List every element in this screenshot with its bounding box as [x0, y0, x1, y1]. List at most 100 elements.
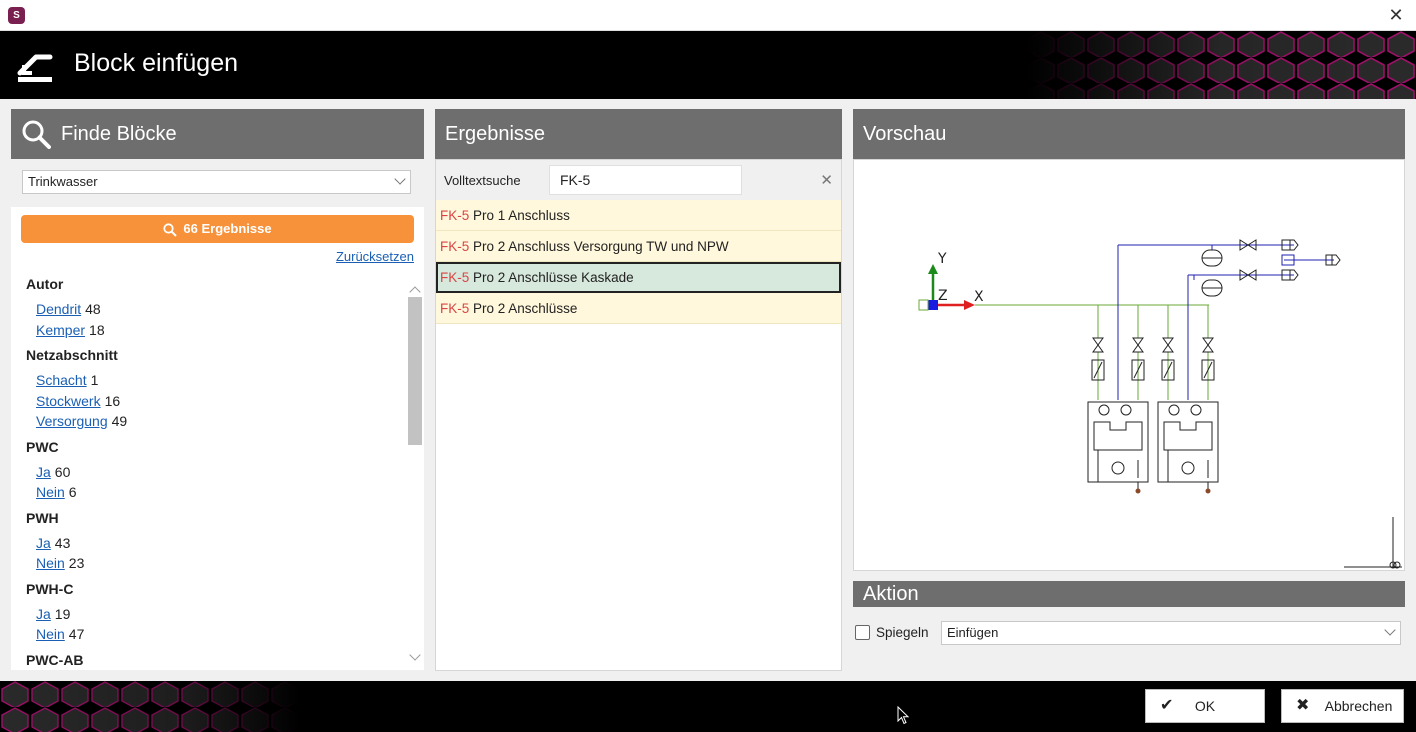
- result-match-prefix: FK-5: [440, 270, 470, 285]
- facet-group-title: Netzabschnitt: [26, 347, 118, 363]
- facet-item-link[interactable]: Ja: [36, 606, 51, 622]
- facet-scrollbar[interactable]: [408, 285, 422, 665]
- facet-group-title: Autor: [26, 276, 64, 292]
- facet-item-count: 6: [68, 484, 77, 500]
- result-name: Pro 2 Anschluss Versorgung TW und NPW: [469, 239, 729, 254]
- window-close-button[interactable]: ✕: [1386, 5, 1406, 25]
- facet-item: Dendrit 48: [26, 299, 406, 320]
- drain-point: [1135, 488, 1141, 494]
- fulltext-search-bar: Volltextsuche FK-5 ✕: [436, 160, 841, 200]
- facet-item: Schacht 1: [26, 370, 406, 391]
- facet-item-link[interactable]: Ja: [36, 464, 51, 480]
- coordinate-axes: Y Z X: [918, 251, 984, 311]
- cancel-button[interactable]: ✖ Abbrechen: [1281, 689, 1404, 723]
- category-select[interactable]: Trinkwasser: [22, 170, 411, 194]
- reset-link[interactable]: Zurücksetzen: [336, 249, 414, 264]
- result-row[interactable]: FK-5 Pro 2 Anschluss Versorgung TW und N…: [436, 231, 841, 262]
- hexagon-pattern-decoration: [0, 681, 300, 732]
- action-header: Aktion: [853, 581, 1405, 607]
- facet-item-count: 49: [111, 413, 128, 429]
- hot-water-pipe: [1117, 244, 1334, 400]
- heater-units: [1087, 401, 1219, 490]
- facet-group-title: PWC: [26, 438, 59, 455]
- facet-item: Nein 23: [26, 553, 406, 574]
- scroll-thumb[interactable]: [408, 297, 422, 445]
- facet-item-link[interactable]: Nein: [36, 555, 65, 571]
- facet-group-title: PWH-C: [26, 580, 74, 597]
- result-name: Pro 1 Anschluss: [469, 208, 570, 223]
- facet-item-link[interactable]: Versorgung: [36, 413, 108, 429]
- facet-group-title: PWC-AB: [26, 651, 84, 668]
- results-count-label: 66 Ergebnisse: [183, 221, 272, 236]
- facet-item-count: 43: [54, 534, 71, 551]
- facet-item-count: 18: [89, 321, 105, 338]
- app-logo-icon: S: [8, 7, 25, 24]
- facet-item-link[interactable]: Ja: [36, 535, 51, 551]
- facet-group-title: PWH: [26, 509, 59, 526]
- branch-valves: [1091, 337, 1215, 381]
- ok-button[interactable]: ✔ OK: [1145, 689, 1265, 723]
- expansion-tanks: [1201, 249, 1223, 297]
- facet-item-link[interactable]: Nein: [36, 626, 65, 642]
- search-icon: [22, 120, 51, 149]
- show-results-button[interactable]: 66 Ergebnisse: [21, 215, 414, 243]
- facet-item: Ja 19: [26, 604, 406, 625]
- chevron-down-icon: [394, 173, 406, 185]
- scroll-up-icon[interactable]: [409, 286, 421, 298]
- facet-groups: Autor Dendrit 48 Kemper 18 Netzabschnitt Schac…: [26, 273, 406, 670]
- action-mode-value: Einfügen: [947, 625, 999, 640]
- preview-title: Vorschau: [863, 123, 947, 145]
- find-blocks-header: Finde Blöcke: [11, 109, 424, 159]
- facet-item-count: 19: [54, 605, 71, 622]
- result-name: Pro 2 Anschlüsse: [469, 301, 578, 316]
- fulltext-label: Volltextsuche: [444, 173, 521, 188]
- category-filter-area: Trinkwasser: [11, 159, 424, 207]
- result-row[interactable]: FK-5 Pro 1 Anschluss: [436, 200, 841, 231]
- facet-item-count: 1: [90, 372, 99, 388]
- chevron-down-icon: [1384, 624, 1396, 636]
- category-select-value: Trinkwasser: [28, 174, 98, 189]
- result-match-prefix: FK-5: [440, 239, 470, 254]
- facet-item: Versorgung 49: [26, 411, 406, 432]
- facet-item: Nein 6: [26, 482, 406, 503]
- facet-item-count: 23: [68, 555, 85, 571]
- result-row[interactable]: FK-5 Pro 2 Anschlüsse: [436, 293, 841, 324]
- schematic-drawing: Y Z X: [918, 239, 1402, 569]
- fulltext-search-input[interactable]: FK-5: [549, 165, 742, 195]
- facet-item-link[interactable]: Nein: [36, 484, 65, 500]
- results-header: Ergebnisse: [435, 109, 842, 159]
- find-blocks-title: Finde Blöcke: [61, 123, 177, 145]
- facet-item-count: 60: [54, 463, 71, 480]
- result-match-prefix: FK-5: [440, 208, 470, 223]
- mirror-checkbox[interactable]: [855, 625, 870, 640]
- scroll-down-icon[interactable]: [409, 649, 421, 661]
- window-titlebar: S ✕: [0, 0, 1416, 31]
- block-preview: Y Z X: [853, 159, 1405, 571]
- facet-item-count: 47: [68, 626, 85, 642]
- axis-label-y: Y: [937, 251, 947, 267]
- facet-item: Nein 47: [26, 624, 406, 645]
- corner-marker: [1344, 517, 1402, 569]
- facet-item: Stockwerk 16: [26, 391, 406, 412]
- facet-item-link[interactable]: Dendrit: [36, 301, 81, 317]
- mirror-label: Spiegeln: [876, 625, 929, 640]
- facet-item: Ja 60: [26, 462, 406, 483]
- facet-item-link[interactable]: Kemper: [36, 322, 85, 338]
- dialog-title: Block einfügen: [74, 49, 239, 77]
- facet-item-link[interactable]: Stockwerk: [36, 393, 101, 409]
- facet-list: 66 Ergebnisse Zurücksetzen Autor Dendrit 4…: [11, 207, 424, 670]
- results-title: Ergebnisse: [445, 123, 546, 145]
- facet-item-count: 16: [104, 392, 121, 409]
- results-panel: Volltextsuche FK-5 ✕ FK-5 Pro 1 Anschlus…: [435, 159, 842, 671]
- ok-button-label: OK: [1194, 698, 1216, 714]
- action-mode-select[interactable]: Einfügen: [941, 621, 1401, 645]
- action-title: Aktion: [863, 583, 919, 605]
- result-name: Pro 2 Anschlüsse Kaskade: [469, 270, 634, 285]
- mouse-cursor-icon: [897, 706, 910, 725]
- clear-search-icon[interactable]: ✕: [820, 171, 833, 189]
- preview-header: Vorschau: [853, 109, 1405, 159]
- facet-item-link[interactable]: Schacht: [36, 372, 87, 388]
- search-icon: [163, 222, 178, 237]
- cancel-button-label: Abbrechen: [1324, 698, 1393, 714]
- result-row[interactable]: FK-5 Pro 2 Anschlüsse Kaskade: [436, 262, 841, 293]
